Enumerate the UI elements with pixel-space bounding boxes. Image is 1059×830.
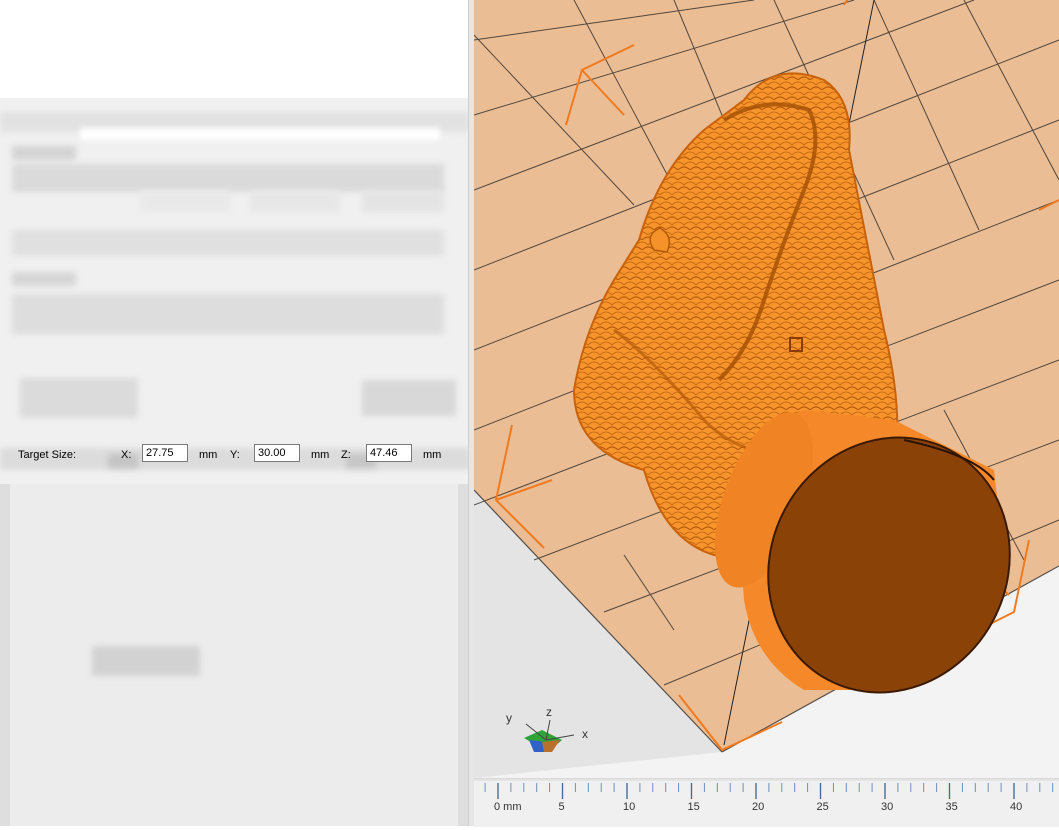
ruler-tick-label: 5 xyxy=(559,801,565,813)
ruler-tick-label: 0 mm xyxy=(494,801,522,813)
blurred-header-strip xyxy=(80,128,440,140)
ruler-tick-label: 40 xyxy=(1010,801,1022,813)
blurred-input-1a xyxy=(140,190,230,212)
blurred-label xyxy=(12,146,76,160)
blurred-input-1c xyxy=(362,190,444,212)
ruler-svg: 0 mm 5 10 15 20 25 30 35 40 xyxy=(474,779,1059,813)
gizmo-x-label: x xyxy=(582,727,588,741)
gizmo-z-label: z xyxy=(546,705,552,719)
blurred-row-2 xyxy=(12,230,444,256)
ruler-tick-label: 25 xyxy=(817,801,829,813)
panel-lower-right-edge xyxy=(458,484,468,826)
target-z-unit: mm xyxy=(423,449,442,461)
scale-settings-panel: Target Size: X: mm Y: mm Z: mm xyxy=(0,98,474,484)
target-y-label: Y: xyxy=(230,449,240,461)
target-z-label: Z: xyxy=(341,449,351,461)
blurred-label-2 xyxy=(12,272,76,286)
blurred-button[interactable] xyxy=(92,646,200,676)
target-size-row: Target Size: X: mm Y: mm Z: mm xyxy=(10,444,460,466)
ruler-tick-label: 10 xyxy=(623,801,635,813)
target-size-label: Target Size: xyxy=(18,449,77,461)
panel-lower-area xyxy=(0,484,468,826)
target-x-label: X: xyxy=(121,449,132,461)
blurred-row-1 xyxy=(12,164,444,192)
blurred-row-5 xyxy=(362,380,456,416)
ruler-tick-label: 20 xyxy=(752,801,764,813)
target-y-unit: mm xyxy=(311,449,330,461)
panel-top-blank xyxy=(0,0,468,98)
ruler-tick-label: 30 xyxy=(881,801,893,813)
target-y-input[interactable] xyxy=(254,444,300,462)
measurement-ruler: 0 mm 5 10 15 20 25 30 35 40 xyxy=(474,778,1059,827)
blurred-input-1b xyxy=(250,190,340,212)
gizmo-y-label: y xyxy=(506,711,512,725)
scene-svg[interactable]: y z x xyxy=(474,0,1059,778)
ruler-tick-label: 15 xyxy=(688,801,700,813)
panel-lower-left-edge xyxy=(0,484,10,826)
target-x-unit: mm xyxy=(199,449,218,461)
target-z-input[interactable] xyxy=(366,444,412,462)
ruler-tick-label: 35 xyxy=(946,801,958,813)
3d-viewport[interactable]: y z x xyxy=(474,0,1059,778)
target-x-input[interactable] xyxy=(142,444,188,462)
blurred-row-4 xyxy=(20,378,138,418)
blurred-row-3 xyxy=(12,294,444,334)
